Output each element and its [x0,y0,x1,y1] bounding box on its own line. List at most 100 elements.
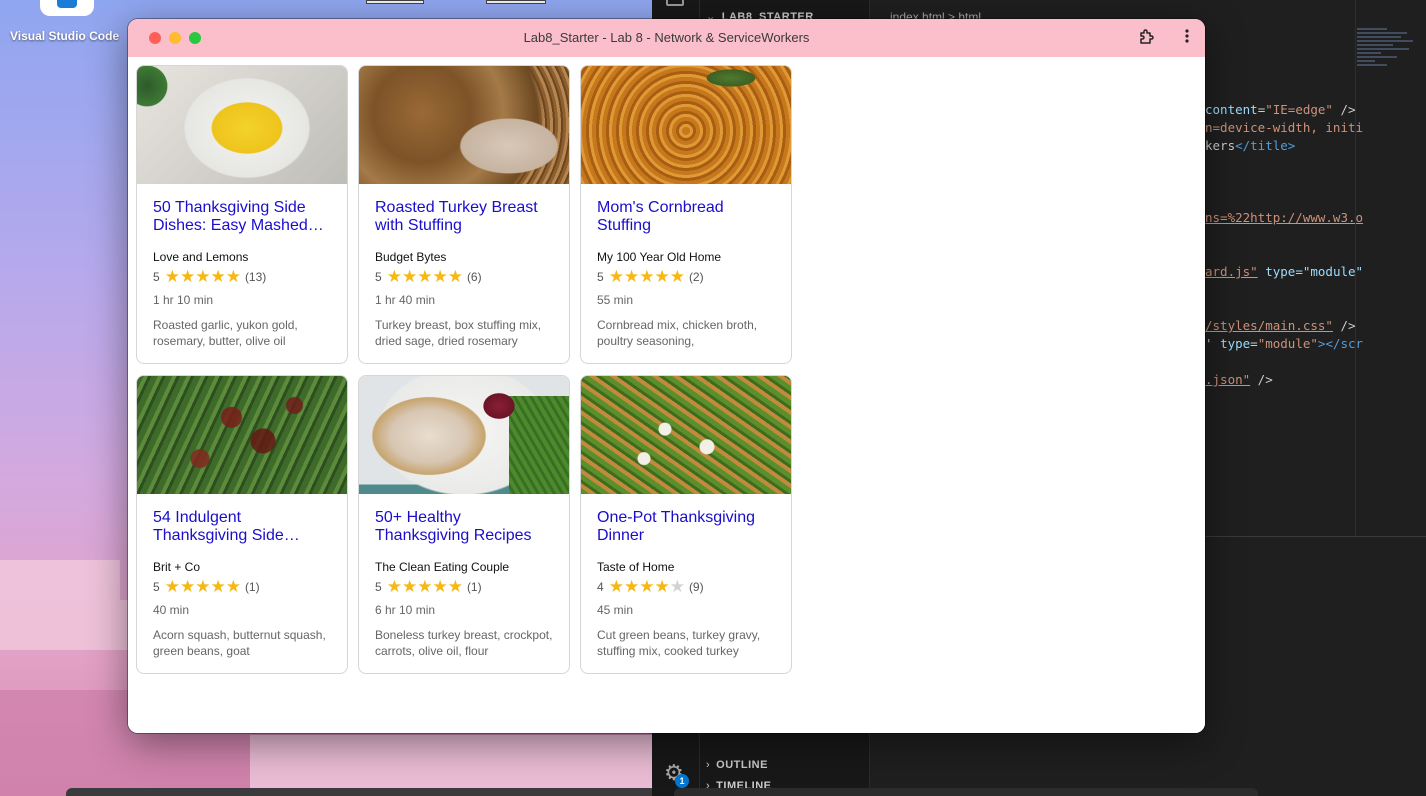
terminal-edge [674,788,1258,796]
desktop-icon-label: Visual Studio Code [10,29,120,43]
rating-value: 4 [597,580,604,594]
recipe-card[interactable]: Mom's Cornbread Stuffing My 100 Year Old… [580,65,792,364]
star-filled-icon: ★ [447,577,463,596]
star-filled-icon: ★ [654,577,670,596]
rating-value: 5 [597,270,604,284]
code-line: .json" /> [1205,372,1273,387]
recipe-title-link[interactable]: 54 Indulgent Thanksgiving Side Dishes [153,509,335,545]
recipe-rating: 5 ★★★★★ (2) [597,267,704,286]
star-rating-icon: ★★★★★ [386,577,463,596]
minimap-divider [1355,0,1356,536]
star-filled-icon: ★ [654,267,670,286]
recipe-image [581,376,791,494]
recipe-rating: 5 ★★★★★ (1) [153,577,260,596]
vscode-desktop-shortcut[interactable]: Visual Studio Code [0,0,134,48]
star-filled-icon: ★ [447,267,463,286]
star-rating-icon: ★★★★★ [164,577,241,596]
star-filled-icon: ★ [195,267,211,286]
recipe-rating: 5 ★★★★★ (13) [153,267,267,286]
recipe-title-link[interactable]: 50 Thanksgiving Side Dishes: Easy Mashed… [153,199,335,235]
recipe-time: 55 min [597,293,634,307]
panel-divider [1205,536,1426,537]
dock-edge [66,788,656,796]
background-cloud [250,735,652,788]
star-filled-icon: ★ [179,577,196,596]
window-titlebar[interactable]: Lab8_Starter - Lab 8 - Network & Service… [128,19,1205,57]
puzzle-icon[interactable] [1137,28,1157,48]
recipe-card[interactable]: One-Pot Thanksgiving Dinner Taste of Hom… [580,375,792,674]
recipe-time: 45 min [597,603,634,617]
star-filled-icon: ★ [386,267,402,286]
rating-value: 5 [375,580,382,594]
copy-icon[interactable] [666,0,684,6]
rating-value: 5 [375,270,382,284]
star-empty-icon: ★ [669,577,685,596]
star-filled-icon: ★ [179,267,196,286]
background-cloud [0,560,120,600]
recipe-image [137,376,347,494]
star-filled-icon: ★ [164,267,180,286]
code-line: ns=%22http://www.w3.o [1205,210,1364,225]
recipe-card[interactable]: 54 Indulgent Thanksgiving Side Dishes Br… [136,375,348,674]
recipe-time: 6 hr 10 min [375,603,436,617]
outline-section[interactable]: › OUTLINE [706,759,768,771]
recipe-title-link[interactable]: Mom's Cornbread Stuffing [597,199,779,235]
code-line: /styles/main.css" /> [1205,318,1356,333]
star-rating-icon: ★★★★★ [386,267,463,286]
star-rating-icon: ★★★★★ [608,577,685,596]
star-filled-icon: ★ [401,267,418,286]
review-count: (1) [244,580,260,594]
recipe-ingredients: Cut green beans, turkey gravy, stuffing … [597,628,761,658]
recipe-image [359,66,569,184]
recipe-organization: Brit + Co [153,560,201,574]
vscode-app-icon [40,0,94,16]
recipe-time: 40 min [153,603,190,617]
kebab-menu-icon[interactable] [1179,28,1195,48]
star-filled-icon: ★ [623,267,640,286]
recipe-card[interactable]: Roasted Turkey Breast with Stuffing Budg… [358,65,570,364]
star-filled-icon: ★ [432,267,448,286]
recipe-organization: Love and Lemons [153,250,249,264]
recipe-ingredients: Roasted garlic, yukon gold, rosemary, bu… [153,318,298,348]
recipe-ingredients: Boneless turkey breast, crockpot, carrot… [375,628,553,658]
recipe-title-link[interactable]: One-Pot Thanksgiving Dinner [597,509,779,545]
recipe-card[interactable]: 50 Thanksgiving Side Dishes: Easy Mashed… [136,65,348,364]
recipe-organization: Taste of Home [597,560,675,574]
star-filled-icon: ★ [669,267,685,286]
star-filled-icon: ★ [608,577,624,596]
review-count: (1) [466,580,482,594]
code-line: kers</title> [1205,138,1296,153]
recipe-title-link[interactable]: Roasted Turkey Breast with Stuffing [375,199,557,235]
recipe-title-link[interactable]: 50+ Healthy Thanksgiving Recipes [375,509,557,545]
review-count: (9) [688,580,704,594]
star-filled-icon: ★ [623,577,640,596]
star-filled-icon: ★ [225,267,241,286]
review-count: (13) [244,270,267,284]
recipe-card[interactable]: 50+ Healthy Thanksgiving Recipes The Cle… [358,375,570,674]
star-rating-icon: ★★★★★ [164,267,241,286]
recipe-ingredients: Acorn squash, butternut squash, green be… [153,628,326,658]
star-filled-icon: ★ [210,577,226,596]
star-filled-icon: ★ [164,577,180,596]
star-filled-icon: ★ [386,577,402,596]
review-count: (6) [466,270,482,284]
browser-window: Lab8_Starter - Lab 8 - Network & Service… [128,19,1205,733]
minimap[interactable] [1357,28,1419,88]
rating-value: 5 [153,580,160,594]
code-line: content="IE=edge" /> [1205,102,1356,117]
star-filled-icon: ★ [417,267,433,286]
star-rating-icon: ★★★★★ [609,267,685,286]
rating-value: 5 [153,270,160,284]
recipe-time: 1 hr 10 min [153,293,214,307]
code-line: ard.js" type="module" [1205,264,1364,279]
recipe-image [359,376,569,494]
recipe-organization: Budget Bytes [375,250,447,264]
star-filled-icon: ★ [417,577,433,596]
recipe-rating: 5 ★★★★★ (6) [375,267,482,286]
star-filled-icon: ★ [639,577,655,596]
recipe-organization: My 100 Year Old Home [597,250,722,264]
recipe-time: 1 hr 40 min [375,293,436,307]
review-count: (2) [688,270,704,284]
star-filled-icon: ★ [210,267,226,286]
star-filled-icon: ★ [195,577,211,596]
